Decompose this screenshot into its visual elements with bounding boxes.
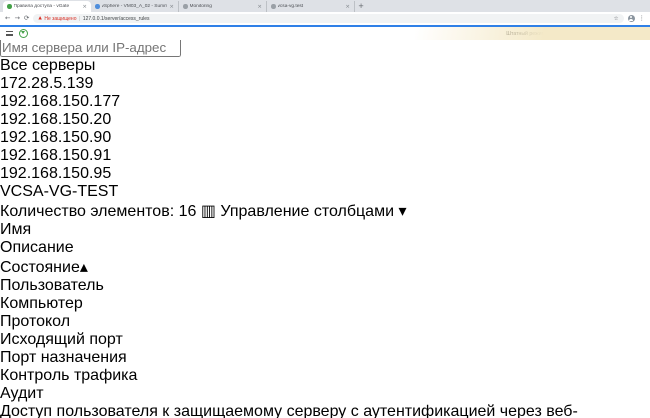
security-warning-label[interactable]: Не защищено [44,16,76,22]
vgate-logo [19,29,28,39]
tab-favicon [271,4,276,9]
columns-icon: ▥ [200,201,216,220]
column-header-audit[interactable]: Аудит [0,385,650,403]
table-header-row: Имя Описание Состояние▴ Пользователь Ком… [0,221,650,403]
sidebar-item-label: VCSA-VG-TEST [0,183,119,200]
sidebar-server-item[interactable]: Все серверы [0,57,650,75]
column-header-name[interactable]: Имя [0,221,650,239]
sidebar-item-label: 192.168.150.95 [0,165,112,182]
manage-columns-button[interactable]: ▥ Управление столбцами ▾ [200,201,407,220]
tab-favicon [7,4,12,9]
mode-selector[interactable]: Штатный режим [506,31,545,37]
back-icon[interactable]: ← [5,15,10,22]
sidebar-server-item[interactable]: 172.28.5.139 [0,75,650,93]
sidebar-server-item[interactable]: 192.168.150.95 [0,165,650,183]
browser-tab-strip: Правила доступа - vGate × vSphere - VM03… [0,0,650,12]
sort-icon: ▴ [79,257,88,276]
user-account-icon[interactable] [581,31,586,37]
chevron-down-icon: ▾ [551,31,554,37]
table-body: Доступ пользователя к защищаемому сервер… [0,403,650,418]
tab-close-icon[interactable]: × [169,4,174,10]
hamburger-menu-icon[interactable] [6,31,13,37]
sidebar-server-item[interactable]: 192.168.150.20 [0,111,650,129]
tab-title: vSphere - VM03_A_02 - Summa... [101,4,168,9]
column-header-state[interactable]: Состояние▴ [0,257,650,277]
tab-title: Правила доступа - vGate [13,4,70,9]
tab-favicon [183,4,188,9]
notifications-bell-icon[interactable] [559,30,565,37]
chevron-down-icon: ▾ [640,31,643,37]
sidebar-server-item[interactable]: VCSA-VG-TEST [0,183,650,201]
rules-table-panel: Количество элементов: 16 ▥ Управление ст… [0,201,650,418]
server-search-box[interactable] [0,38,650,57]
column-header-description[interactable]: Описание [0,239,650,257]
server-sidebar: Все серверы 172.28.5.139 192.168.150.177… [0,38,650,201]
column-header-source-port[interactable]: Исходящий порт [0,331,650,349]
column-header-traffic-control[interactable]: Контроль трафика [0,367,650,385]
tab-title: vcsa-vg.test [277,4,304,9]
sidebar-item-label: 192.168.150.91 [0,147,112,164]
sidebar-item-label: Все серверы [0,57,96,74]
tab-title: Monitoring [189,4,212,9]
chevron-down-icon: ▾ [398,201,407,220]
browser-tab[interactable]: Правила доступа - vGate × [3,1,91,12]
browser-tab[interactable]: vSphere - VM03_A_02 - Summa... × [91,1,179,12]
column-header-protocol[interactable]: Протокол [0,313,650,331]
reload-icon[interactable]: ⟳ [24,15,29,22]
forward-icon[interactable]: → [14,15,19,22]
sidebar-item-label: 192.168.150.90 [0,129,112,146]
sidebar-server-item[interactable]: 192.168.150.91 [0,147,650,165]
bookmark-star-icon[interactable]: ☆ [614,16,619,22]
sidebar-item-label: 172.28.5.139 [0,75,94,92]
browser-navbar: ← → ⟳ ▲ Не защищено | 127.0.0.1/server/a… [0,12,650,25]
sidebar-server-item[interactable]: 192.168.150.177 [0,93,650,111]
tab-close-icon[interactable]: × [345,4,350,10]
rule-name: Доступ пользователя к защищаемому сервер… [0,403,578,418]
items-count-label: Количество элементов: 16 [0,203,197,220]
docs-icon[interactable] [570,30,575,37]
user-account-label[interactable]: admin@TESTDEV [592,31,635,37]
browser-menu-icon[interactable]: ⋮ [639,15,646,22]
address-separator: | [78,15,81,22]
tab-close-icon[interactable]: × [82,4,87,10]
sidebar-item-label: 192.168.150.177 [0,93,121,110]
column-header-computer[interactable]: Компьютер [0,295,650,313]
column-header-dest-port[interactable]: Порт назначения [0,349,650,367]
search-input[interactable] [0,38,181,57]
new-tab-button[interactable]: + [355,1,367,12]
tab-close-icon[interactable]: × [257,4,262,10]
browser-profile-icon[interactable] [627,15,635,22]
browser-tab[interactable]: vcsa-vg.test × [267,1,355,12]
browser-tab[interactable]: Monitoring × [179,1,267,12]
sidebar-item-label: 192.168.150.20 [0,111,112,128]
url-text[interactable]: 127.0.0.1/server/access_rules [83,16,611,22]
sidebar-server-item[interactable]: 192.168.150.90 [0,129,650,147]
rule-row[interactable]: Доступ пользователя к защищаемому сервер… [0,403,650,418]
security-warning-icon: ▲ [38,16,42,21]
address-bar[interactable]: ▲ Не защищено | 127.0.0.1/server/access_… [33,13,624,24]
tab-favicon [95,4,100,9]
column-header-user[interactable]: Пользователь [0,277,650,295]
app-header: Штатный режим ▾ admin@TESTDEV ▾ [0,26,650,41]
